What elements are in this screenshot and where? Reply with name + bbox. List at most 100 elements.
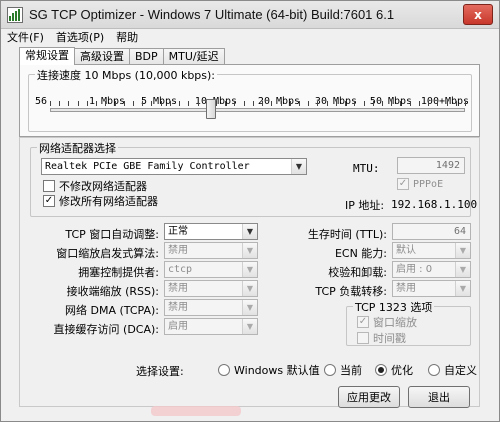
pppoe-checkbox[interactable]: ✓ xyxy=(397,178,409,190)
radio-custom-label: 自定义 xyxy=(444,364,477,377)
close-button[interactable]: x xyxy=(463,4,493,25)
speed-label-5mbps: 5 Mbps xyxy=(140,96,178,107)
slider-tick xyxy=(243,101,245,106)
no-modify-adapter-option[interactable]: 不修改网络适配器 xyxy=(43,178,147,194)
slider-tick xyxy=(428,101,430,106)
speed-label-56k: 56 xyxy=(34,96,48,107)
apply-changes-button[interactable]: 应用更改 xyxy=(338,386,400,408)
chevron-down-icon: ▼ xyxy=(242,319,257,334)
menu-file[interactable]: 文件(F) xyxy=(1,30,50,46)
ecn-select[interactable]: 默认 ▼ xyxy=(392,242,471,259)
checksum-offload-select[interactable]: 启用 : 0 ▼ xyxy=(392,261,471,278)
tab-general[interactable]: 常规设置 xyxy=(19,47,75,65)
pppoe-label: PPPoE xyxy=(413,178,444,190)
slider-tick xyxy=(262,101,264,106)
modify-all-adapters-checkbox[interactable]: ✓ xyxy=(43,195,55,207)
slider-tick xyxy=(169,101,171,106)
slider-tick xyxy=(151,101,153,106)
ecn-value: 默认 xyxy=(396,245,416,256)
window-scaling-checkbox[interactable]: ✓ xyxy=(357,316,369,328)
slider-tick xyxy=(50,101,51,106)
mtu-label: MTU: xyxy=(353,162,380,175)
slider-tick xyxy=(354,101,356,106)
slider-tick xyxy=(197,101,199,106)
slider-tick xyxy=(234,101,236,106)
mtu-field[interactable]: 1492 xyxy=(397,157,465,174)
adapter-select[interactable]: Realtek PCIe GBE Family Controller ▼ xyxy=(41,158,307,175)
rss-label: 接收端缩放 (RSS): xyxy=(66,285,159,298)
slider-tick xyxy=(160,101,162,106)
slider-tick xyxy=(326,101,328,106)
netdma-select[interactable]: 禁用 ▼ xyxy=(164,299,258,316)
dca-value: 启用 xyxy=(168,321,188,332)
congestion-provider-select[interactable]: ctcp ▼ xyxy=(164,261,258,278)
ecn-label: ECN 能力: xyxy=(334,247,387,260)
exit-button[interactable]: 退出 xyxy=(408,386,470,408)
ip-value: 192.168.1.100 xyxy=(391,198,478,211)
settings-area: 网络适配器选择 Realtek PCIe GBE Family Controll… xyxy=(19,137,480,408)
slider-tick xyxy=(77,101,79,106)
tab-advanced[interactable]: 高级设置 xyxy=(74,48,130,65)
slider-tick xyxy=(437,101,439,106)
chimney-offload-select[interactable]: 禁用 ▼ xyxy=(392,280,471,297)
tcp1323-legend: TCP 1323 选项 xyxy=(353,299,435,315)
timestamps-option[interactable]: 时间戳 xyxy=(357,330,406,346)
speed-slider-thumb[interactable] xyxy=(206,99,216,119)
tcp-autotuning-select[interactable]: 正常 ▼ xyxy=(164,223,258,240)
chevron-down-icon: ▼ xyxy=(455,243,470,258)
slider-tick xyxy=(317,101,319,106)
slider-tick xyxy=(252,101,254,106)
radio-optimal-label: 优化 xyxy=(391,364,413,377)
chevron-down-icon: ▼ xyxy=(291,159,306,174)
slider-tick xyxy=(105,101,107,106)
radio-optimal[interactable]: 优化 xyxy=(375,362,413,378)
menu-preferences[interactable]: 首选项(P) xyxy=(50,30,110,46)
menu-help[interactable]: 帮助 xyxy=(110,30,144,46)
chimney-offload-label: TCP 负载转移: xyxy=(315,285,387,298)
app-icon xyxy=(7,7,23,23)
speed-label-20mbps: 20 Mbps xyxy=(257,96,301,107)
ttl-field[interactable]: 64 xyxy=(392,223,471,240)
chevron-down-icon: ▼ xyxy=(242,300,257,315)
adapter-group: 网络适配器选择 Realtek PCIe GBE Family Controll… xyxy=(30,140,477,217)
tab-strip: 常规设置 高级设置 BDP MTU/延迟 xyxy=(19,47,225,65)
tab-mtu-latency[interactable]: MTU/延迟 xyxy=(162,48,225,65)
radio-custom-button[interactable] xyxy=(428,364,440,376)
tab-bdp[interactable]: BDP xyxy=(129,48,164,65)
close-icon: x xyxy=(474,7,482,22)
radio-current[interactable]: 当前 xyxy=(324,362,362,378)
rss-select[interactable]: 禁用 ▼ xyxy=(164,280,258,297)
radio-current-button[interactable] xyxy=(324,364,336,376)
slider-tick xyxy=(372,101,374,106)
chimney-offload-value: 禁用 xyxy=(396,283,416,294)
speed-label-1mbps: 1 Mbps xyxy=(88,96,126,107)
netdma-label: 网络 DMA (TCPA): xyxy=(65,304,159,317)
main-window: SG TCP Optimizer - Windows 7 Ultimate (6… xyxy=(0,0,500,422)
radio-windows-default[interactable]: Windows 默认值 xyxy=(218,362,320,378)
slider-tick xyxy=(188,101,190,106)
radio-optimal-button[interactable] xyxy=(375,364,387,376)
window-scaling-option[interactable]: ✓ 窗口缩放 xyxy=(357,314,417,330)
modify-all-adapters-option[interactable]: ✓ 修改所有网络适配器 xyxy=(43,193,158,209)
congestion-provider-value: ctcp xyxy=(168,264,193,275)
dca-label: 直接缓存访问 (DCA): xyxy=(53,323,159,336)
watermark-smudge xyxy=(151,406,241,416)
radio-custom[interactable]: 自定义 xyxy=(428,362,477,378)
slider-tick xyxy=(142,101,144,106)
scaling-heuristics-label: 窗口缩放启发式算法: xyxy=(56,247,159,260)
pppoe-option[interactable]: ✓ PPPoE xyxy=(397,178,443,190)
no-modify-adapter-checkbox[interactable] xyxy=(43,180,55,192)
title-bar[interactable]: SG TCP Optimizer - Windows 7 Ultimate (6… xyxy=(1,1,499,29)
speed-slider-track[interactable] xyxy=(50,108,465,112)
tcp-autotuning-value: 正常 xyxy=(168,226,188,237)
chevron-down-icon: ▼ xyxy=(242,224,257,239)
timestamps-checkbox[interactable] xyxy=(357,332,369,344)
scaling-heuristics-select[interactable]: 禁用 ▼ xyxy=(164,242,258,259)
slider-tick xyxy=(400,101,402,106)
radio-windows-default-button[interactable] xyxy=(218,364,230,376)
window-scaling-label: 窗口缩放 xyxy=(373,316,417,329)
slider-tick xyxy=(96,101,98,106)
dca-select[interactable]: 启用 ▼ xyxy=(164,318,258,335)
scaling-heuristics-value: 禁用 xyxy=(168,245,188,256)
netdma-value: 禁用 xyxy=(168,302,188,313)
